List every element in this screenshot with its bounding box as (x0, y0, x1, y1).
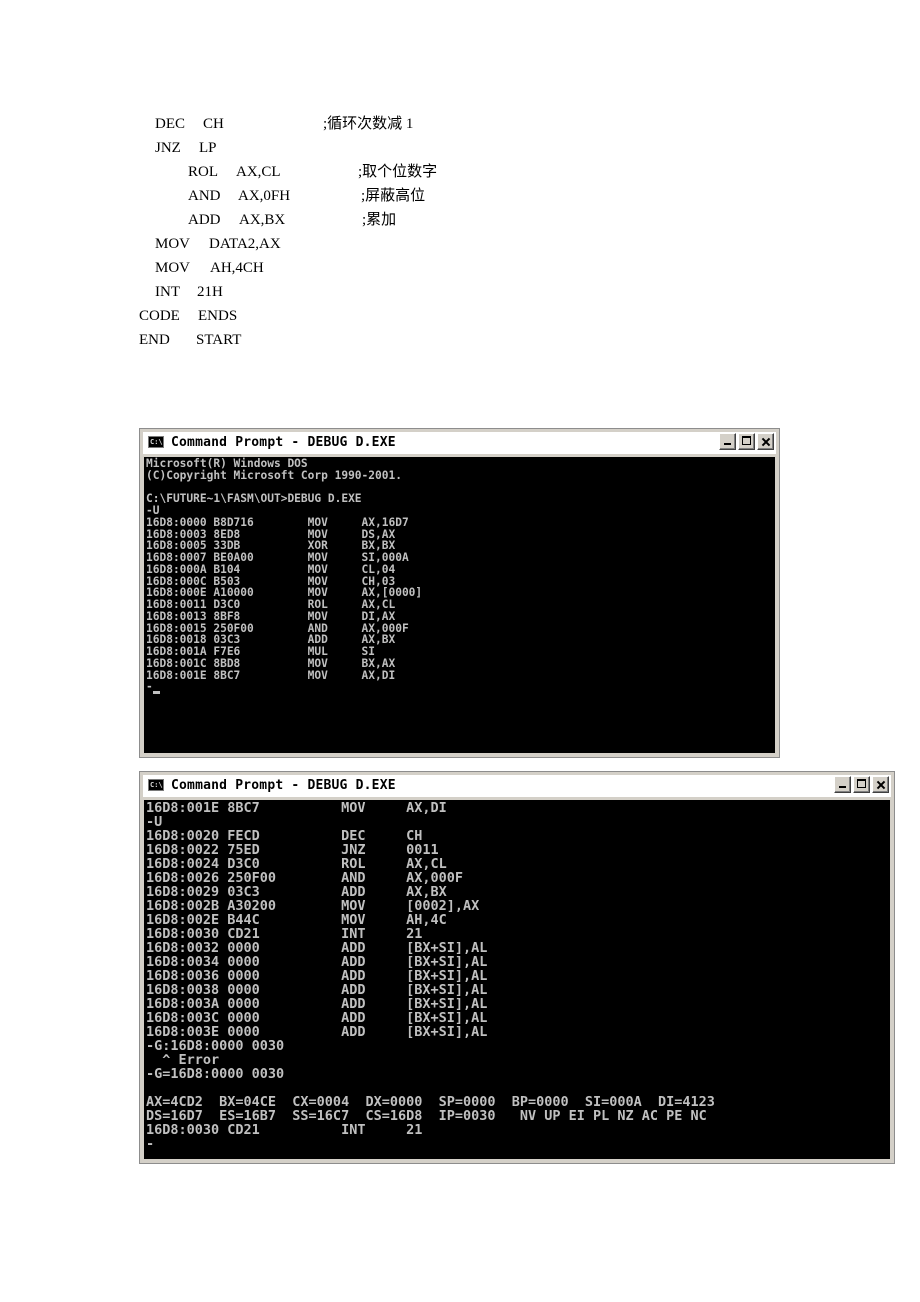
console-line: 16D8:0020 FECD DEC CH (146, 828, 423, 844)
mnemonic: JNZ (155, 140, 181, 156)
mnemonic: CODE (139, 308, 180, 324)
console-line: 16D8:003A 0000 ADD [BX+SI],AL (146, 996, 488, 1012)
window-controls (834, 776, 889, 796)
console-line: 16D8:002B A30200 MOV [0002],AX (146, 898, 480, 914)
close-button[interactable] (757, 433, 774, 450)
console-line: 16D8:0030 CD21 INT 21 (146, 926, 423, 942)
operand: ENDS (198, 308, 238, 324)
console-line: -U (146, 504, 160, 517)
mnemonic: AND (188, 188, 221, 204)
console-line: C:\FUTURE~1\FASM\OUT>DEBUG D.EXE (146, 492, 362, 506)
maximize-button[interactable] (738, 433, 755, 450)
command-prompt-window: C:\ Command Prompt - DEBUG D.EXE 16D8:00… (139, 771, 895, 1164)
operand: AX,BX (239, 212, 286, 228)
code-line: MOV AH,4CH (155, 259, 455, 277)
console-line: -U (146, 814, 163, 830)
console-line: 16D8:003E 0000 ADD [BX+SI],AL (146, 1024, 488, 1040)
minimize-button[interactable] (719, 433, 736, 450)
comment: ;循环次数减 1 (323, 116, 414, 132)
console-line: 16D8:0022 75ED JNZ 0011 (146, 842, 439, 858)
console-line: 16D8:002E B44C MOV AH,4C (146, 912, 447, 928)
console-line: 16D8:0000 B8D716 MOV AX,16D7 (146, 515, 409, 529)
console-line: 16D8:0036 0000 ADD [BX+SI],AL (146, 968, 488, 984)
code-line: INT 21H (155, 283, 455, 301)
minimize-button[interactable] (834, 776, 851, 793)
operand: LP (199, 140, 217, 156)
code-line: CODE ENDS (139, 307, 439, 325)
console-line: - (146, 680, 153, 694)
console-line: ^ Error (146, 1052, 220, 1068)
console-line: 16D8:0032 0000 ADD [BX+SI],AL (146, 940, 488, 956)
console-icon[interactable]: C:\ (148, 779, 164, 791)
console-line: 16D8:0013 8BF8 MOV DI,AX (146, 609, 396, 623)
console-line: -G=16D8:0000 0030 (146, 1066, 285, 1082)
console-line: 16D8:003C 0000 ADD [BX+SI],AL (146, 1010, 488, 1026)
title-bar[interactable]: C:\ Command Prompt - DEBUG D.EXE (143, 775, 891, 797)
console-line: DS=16D7 ES=16B7 SS=16C7 CS=16D8 IP=0030 … (146, 1108, 707, 1124)
console-line: 16D8:0030 CD21 INT 21 (146, 1122, 423, 1138)
code-line: DEC CH ;循环次数减 1 (155, 115, 455, 133)
mnemonic: MOV (155, 236, 191, 252)
console-output[interactable]: 16D8:001E 8BC7 MOV AX,DI -U 16D8:0020 FECD… (144, 800, 890, 1159)
mnemonic: END (139, 332, 170, 348)
code-line: AND AX,0FH ;屏蔽高位 (188, 187, 488, 205)
console-line: 16D8:0026 250F00 AND AX,000F (146, 870, 463, 886)
console-line: 16D8:001E 8BC7 MOV AX,DI (146, 668, 396, 682)
command-prompt-window: C:\ Command Prompt - DEBUG D.EXE Microso… (139, 428, 780, 758)
comment: ;取个位数字 (358, 164, 438, 180)
mnemonic: ADD (188, 212, 221, 228)
console-line: AX=4CD2 BX=04CE CX=0004 DX=0000 SP=0000 … (146, 1094, 715, 1110)
operand: AX,CL (236, 164, 281, 180)
console-line: - (146, 1136, 155, 1152)
console-line: Microsoft(R) Windows DOS (146, 457, 308, 470)
console-line: 16D8:0007 BE0A00 MOV SI,000A (146, 551, 409, 564)
console-line: 16D8:000A B104 MOV CL,04 (146, 562, 396, 576)
operand: 21H (197, 284, 223, 300)
comment: ;屏蔽高位 (361, 188, 426, 204)
console-output[interactable]: Microsoft(R) Windows DOS (C)Copyright Mic… (144, 457, 775, 753)
console-line: 16D8:0034 0000 ADD [BX+SI],AL (146, 954, 488, 970)
window-controls (719, 433, 774, 453)
maximize-button[interactable] (853, 776, 870, 793)
text-cursor (153, 691, 160, 694)
window-title: Command Prompt - DEBUG D.EXE (171, 435, 396, 450)
mnemonic: MOV (155, 260, 191, 276)
console-line: 16D8:0038 0000 ADD [BX+SI],AL (146, 982, 488, 998)
close-button[interactable] (872, 776, 889, 793)
code-line: END START (139, 331, 439, 349)
console-line: 16D8:001C 8BD8 MOV BX,AX (146, 656, 396, 670)
comment: ;累加 (362, 212, 397, 228)
mnemonic: DEC (155, 116, 185, 132)
console-line: 16D8:001E 8BC7 MOV AX,DI (146, 800, 447, 816)
console-icon[interactable]: C:\ (148, 436, 164, 448)
title-bar[interactable]: C:\ Command Prompt - DEBUG D.EXE (143, 432, 776, 454)
console-line: -G:16D8:0000 0030 (146, 1038, 285, 1054)
mnemonic: INT (155, 284, 180, 300)
mnemonic: ROL (188, 164, 218, 180)
operand: AH,4CH (210, 260, 264, 276)
operand: CH (203, 116, 224, 132)
console-line: 16D8:0029 03C3 ADD AX,BX (146, 884, 447, 900)
console-line: (C)Copyright Microsoft Corp 1990-2001. (146, 468, 402, 482)
operand: DATA2,AX (209, 236, 281, 252)
code-line: ROL AX,CL ;取个位数字 (188, 163, 488, 181)
code-line: MOV DATA2,AX (155, 235, 455, 253)
operand: AX,0FH (238, 188, 291, 204)
window-title: Command Prompt - DEBUG D.EXE (171, 778, 396, 793)
code-line: JNZ LP (155, 139, 455, 157)
operand: START (196, 332, 242, 348)
code-line: ADD AX,BX ;累加 (188, 211, 488, 229)
console-line: 16D8:0011 D3C0 ROL AX,CL (146, 598, 396, 611)
console-line: 16D8:0024 D3C0 ROL AX,CL (146, 856, 447, 872)
console-line: 16D8:001A F7E6 MUL SI (146, 645, 376, 658)
